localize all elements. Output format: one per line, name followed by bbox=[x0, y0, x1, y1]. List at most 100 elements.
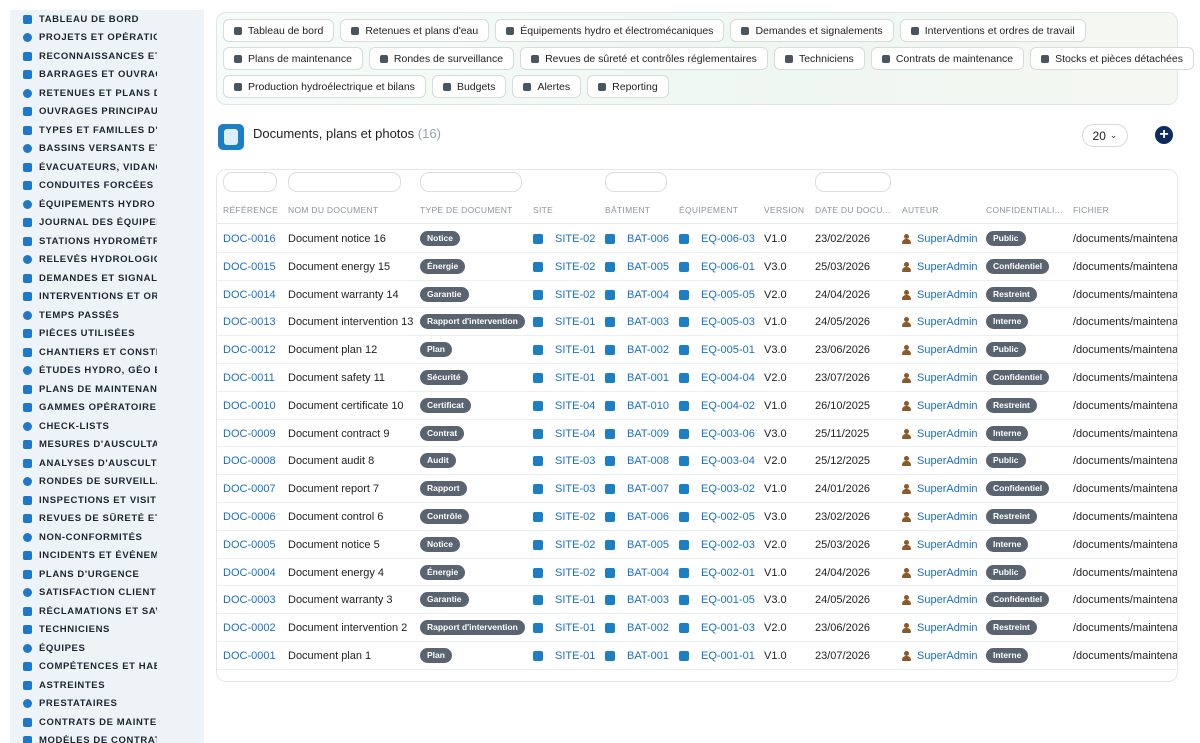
sidebar-item[interactable]: INTERVENTIONS ET ORDRES DE TRAVAIL bbox=[10, 288, 204, 307]
column-header[interactable]: CONFIDENTIALI... bbox=[986, 205, 1063, 215]
nav-pill[interactable]: Plans de maintenance bbox=[223, 47, 363, 70]
column-header[interactable]: RÉFÉRENCE bbox=[223, 205, 278, 215]
author-link[interactable]: SuperAdmin bbox=[917, 428, 978, 440]
site-link[interactable]: SITE-02 bbox=[555, 233, 595, 245]
sidebar-item[interactable]: RETENUES ET PLANS D'EAU bbox=[10, 84, 204, 103]
equipment-link[interactable]: EQ-002-05 bbox=[701, 511, 755, 523]
sidebar-item[interactable]: OUVRAGES PRINCIPAUX bbox=[10, 103, 204, 122]
author-link[interactable]: SuperAdmin bbox=[917, 316, 978, 328]
sidebar-item[interactable]: COMPÉTENCES ET HABILITATIONS bbox=[10, 658, 204, 677]
document-reference-link[interactable]: DOC-0010 bbox=[223, 400, 276, 412]
site-link[interactable]: SITE-01 bbox=[555, 594, 595, 606]
sidebar-item[interactable]: REVUES DE SÛRETÉ ET CONTRÔLES bbox=[10, 510, 204, 529]
nav-pill[interactable]: Contrats de maintenance bbox=[870, 47, 1025, 70]
site-link[interactable]: SITE-02 bbox=[555, 567, 595, 579]
building-link[interactable]: BAT-010 bbox=[627, 400, 669, 412]
sidebar-item[interactable]: TYPES ET FAMILLES D'OUVRAGES bbox=[10, 121, 204, 140]
sidebar-item[interactable]: INSPECTIONS ET VISITES bbox=[10, 491, 204, 510]
nav-pill[interactable]: Retenues et plans d'eau bbox=[340, 19, 490, 42]
site-link[interactable]: SITE-01 bbox=[555, 622, 595, 634]
author-link[interactable]: SuperAdmin bbox=[917, 511, 978, 523]
nav-pill[interactable]: Budgets bbox=[431, 75, 507, 98]
building-link[interactable]: BAT-004 bbox=[627, 567, 669, 579]
building-link[interactable]: BAT-008 bbox=[627, 455, 669, 467]
document-reference-link[interactable]: DOC-0015 bbox=[223, 261, 276, 273]
author-link[interactable]: SuperAdmin bbox=[917, 455, 978, 467]
equipment-link[interactable]: EQ-001-05 bbox=[701, 594, 755, 606]
sidebar-item[interactable]: TECHNICIENS bbox=[10, 621, 204, 640]
building-link[interactable]: BAT-001 bbox=[627, 650, 669, 662]
sidebar-item[interactable]: BASSINS VERSANTS ET AFFLUENTS bbox=[10, 140, 204, 159]
author-link[interactable]: SuperAdmin bbox=[917, 233, 978, 245]
document-reference-link[interactable]: DOC-0016 bbox=[223, 233, 276, 245]
sidebar-item[interactable]: PLANS D'URGENCE bbox=[10, 565, 204, 584]
sidebar-item[interactable]: ÉQUIPEMENTS HYDRO ET ÉLECTRO bbox=[10, 195, 204, 214]
site-link[interactable]: SITE-02 bbox=[555, 511, 595, 523]
sidebar-item[interactable]: GAMMES OPÉRATOIRES bbox=[10, 399, 204, 418]
document-reference-link[interactable]: DOC-0003 bbox=[223, 594, 276, 606]
site-link[interactable]: SITE-01 bbox=[555, 372, 595, 384]
author-link[interactable]: SuperAdmin bbox=[917, 594, 978, 606]
author-link[interactable]: SuperAdmin bbox=[917, 539, 978, 551]
site-link[interactable]: SITE-01 bbox=[555, 316, 595, 328]
sidebar-item[interactable]: PIÈCES UTILISÉES bbox=[10, 325, 204, 344]
site-link[interactable]: SITE-02 bbox=[555, 539, 595, 551]
sidebar-item[interactable]: CONTRATS DE MAINTENANCE bbox=[10, 713, 204, 732]
equipment-link[interactable]: EQ-006-01 bbox=[701, 261, 755, 273]
equipment-link[interactable]: EQ-001-01 bbox=[701, 650, 755, 662]
building-link[interactable]: BAT-003 bbox=[627, 594, 669, 606]
column-filter-input[interactable] bbox=[223, 172, 277, 192]
column-header[interactable]: VERSION bbox=[764, 205, 804, 215]
nav-pill[interactable]: Rondes de surveillance bbox=[368, 47, 515, 70]
equipment-link[interactable]: EQ-002-03 bbox=[701, 539, 755, 551]
sidebar-item[interactable]: PROJETS ET OPÉRATIONS bbox=[10, 29, 204, 48]
nav-pill[interactable]: Alertes bbox=[512, 75, 582, 98]
equipment-link[interactable]: EQ-003-04 bbox=[701, 455, 755, 467]
sidebar-item[interactable]: ÉQUIPES bbox=[10, 639, 204, 658]
equipment-link[interactable]: EQ-006-03 bbox=[701, 233, 755, 245]
building-link[interactable]: BAT-006 bbox=[627, 233, 669, 245]
column-filter-input[interactable] bbox=[288, 172, 401, 192]
document-reference-link[interactable]: DOC-0011 bbox=[223, 372, 275, 384]
building-link[interactable]: BAT-009 bbox=[627, 428, 669, 440]
author-link[interactable]: SuperAdmin bbox=[917, 372, 978, 384]
building-link[interactable]: BAT-005 bbox=[627, 261, 669, 273]
column-filter-input[interactable] bbox=[815, 172, 891, 192]
equipment-link[interactable]: EQ-004-02 bbox=[701, 400, 755, 412]
sidebar-item[interactable]: ANALYSES D'AUSCULTATION bbox=[10, 454, 204, 473]
site-link[interactable]: SITE-04 bbox=[555, 428, 595, 440]
author-link[interactable]: SuperAdmin bbox=[917, 261, 978, 273]
building-link[interactable]: BAT-007 bbox=[627, 483, 669, 495]
sidebar-item[interactable]: BARRAGES ET OUVRAGES bbox=[10, 66, 204, 85]
sidebar-item[interactable]: ÉVACUATEURS, VIDANGES bbox=[10, 158, 204, 177]
nav-pill[interactable]: Techniciens bbox=[773, 47, 865, 70]
building-link[interactable]: BAT-002 bbox=[627, 622, 669, 634]
sidebar-item[interactable]: RONDES DE SURVEILLANCE bbox=[10, 473, 204, 492]
equipment-link[interactable]: EQ-005-05 bbox=[701, 289, 755, 301]
sidebar-item[interactable]: RECONNAISSANCES ET VISITES bbox=[10, 47, 204, 66]
page-size-select[interactable]: 20 ⌄ bbox=[1082, 124, 1128, 147]
sidebar-item[interactable]: SATISFACTION CLIENT bbox=[10, 584, 204, 603]
document-reference-link[interactable]: DOC-0013 bbox=[223, 316, 276, 328]
document-reference-link[interactable]: DOC-0009 bbox=[223, 428, 276, 440]
nav-pill[interactable]: Reporting bbox=[587, 75, 669, 98]
nav-pill[interactable]: Demandes et signalements bbox=[730, 19, 894, 42]
author-link[interactable]: SuperAdmin bbox=[917, 567, 978, 579]
nav-pill[interactable]: Stocks et pièces détachées bbox=[1030, 47, 1194, 70]
site-link[interactable]: SITE-03 bbox=[555, 455, 595, 467]
nav-pill[interactable]: Interventions et ordres de travail bbox=[899, 19, 1086, 42]
author-link[interactable]: SuperAdmin bbox=[917, 650, 978, 662]
document-reference-link[interactable]: DOC-0008 bbox=[223, 455, 276, 467]
site-link[interactable]: SITE-01 bbox=[555, 344, 595, 356]
column-header[interactable]: FICHIER bbox=[1073, 205, 1109, 215]
sidebar-item[interactable]: RÉCLAMATIONS ET SAV bbox=[10, 602, 204, 621]
site-link[interactable]: SITE-03 bbox=[555, 483, 595, 495]
sidebar-item[interactable]: MODÈLES DE CONTRATS bbox=[10, 732, 204, 743]
building-link[interactable]: BAT-005 bbox=[627, 539, 669, 551]
sidebar-item[interactable]: STATIONS HYDROMÉTRIQUES bbox=[10, 232, 204, 251]
author-link[interactable]: SuperAdmin bbox=[917, 400, 978, 412]
column-header[interactable]: SITE bbox=[533, 205, 553, 215]
sidebar-item[interactable]: NON-CONFORMITÉS bbox=[10, 528, 204, 547]
equipment-link[interactable]: EQ-004-04 bbox=[701, 372, 755, 384]
column-filter-input[interactable] bbox=[420, 172, 522, 192]
